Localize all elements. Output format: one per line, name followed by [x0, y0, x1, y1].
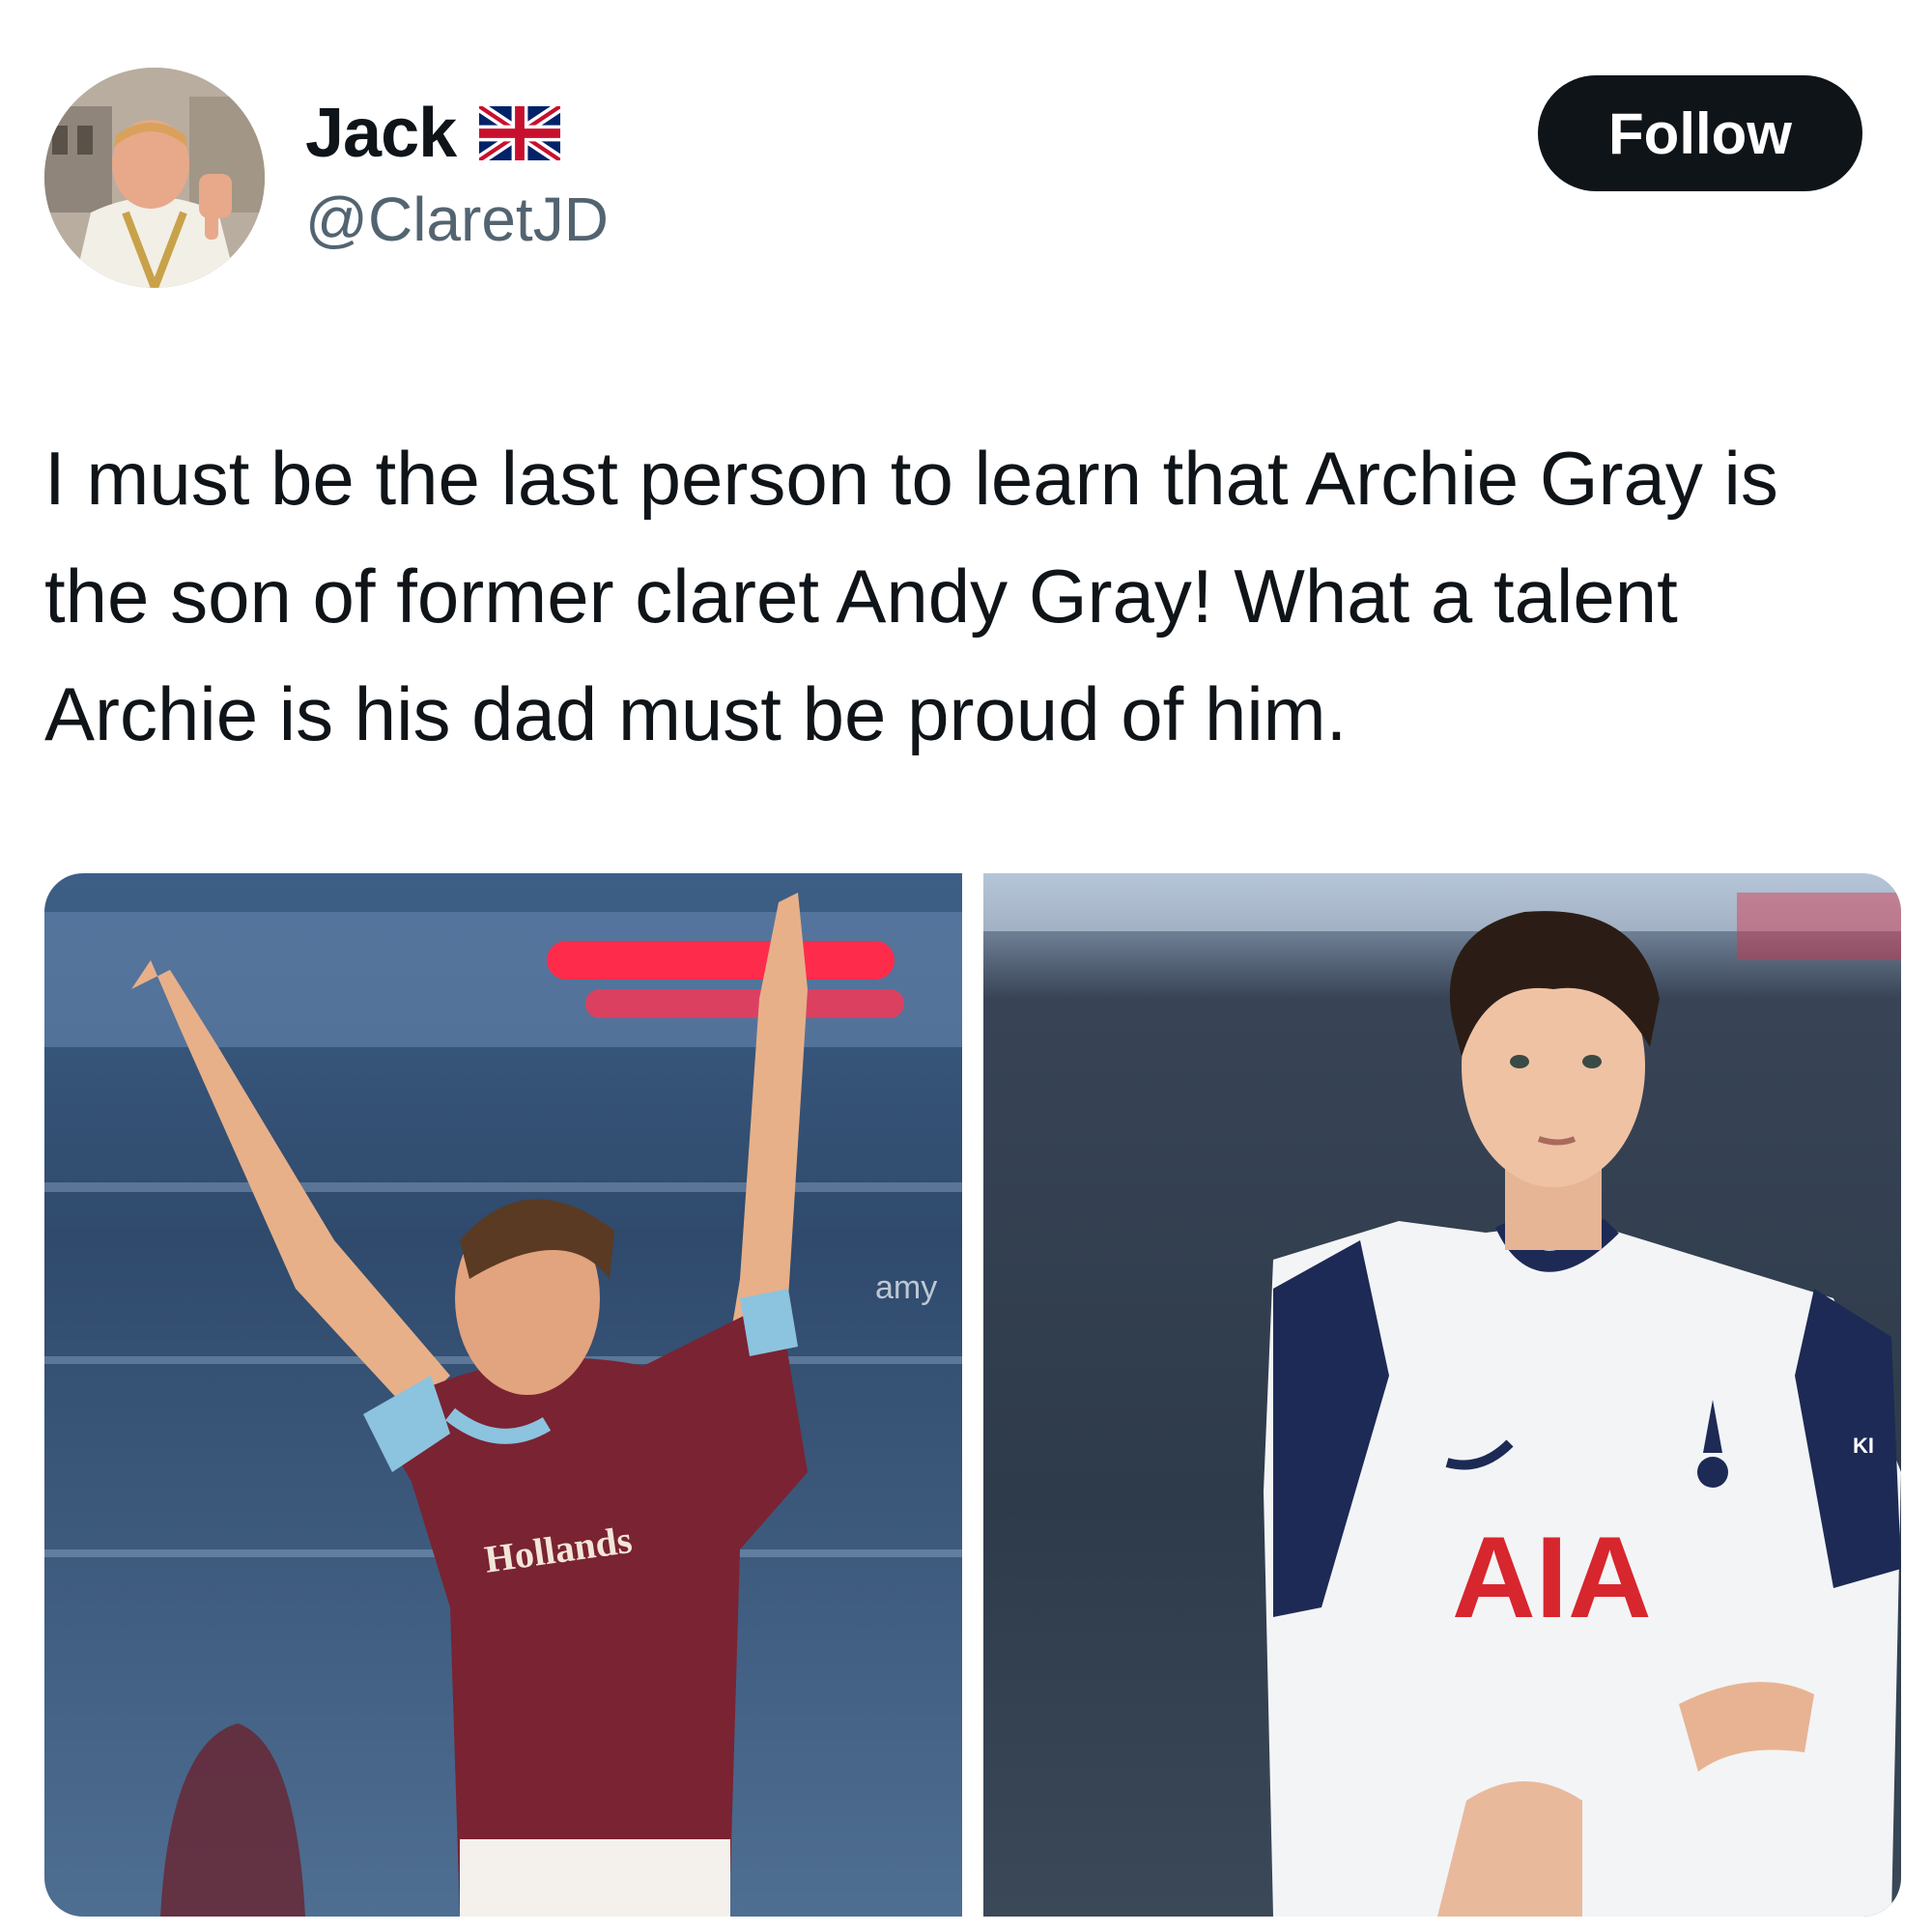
tweet-media-grid[interactable]: amy Hollands AIA KI — [44, 873, 1901, 1917]
avatar-thumbs-down — [44, 68, 265, 288]
avatar[interactable] — [44, 68, 265, 288]
uk-flag-icon — [479, 106, 561, 160]
archie-shirt-sponsor: AIA — [1452, 1513, 1652, 1642]
photo-andy-gray[interactable]: amy Hollands — [44, 873, 962, 1917]
photo-watermark: amy — [875, 1269, 937, 1306]
author-display-name[interactable]: Jack — [305, 94, 457, 173]
archie-gray-image: AIA KI — [983, 873, 1901, 1917]
andy-gray-celebration-image: amy Hollands — [44, 873, 962, 1917]
author-name-row[interactable]: Jack — [305, 93, 561, 174]
archie-sleeve-sponsor: KI — [1853, 1434, 1874, 1458]
photo-archie-gray[interactable]: AIA KI — [983, 873, 1901, 1917]
author-handle[interactable]: @ClaretJD — [305, 184, 609, 255]
follow-button[interactable]: Follow — [1538, 75, 1862, 191]
tweet-text: I must be the last person to learn that … — [44, 436, 1778, 756]
